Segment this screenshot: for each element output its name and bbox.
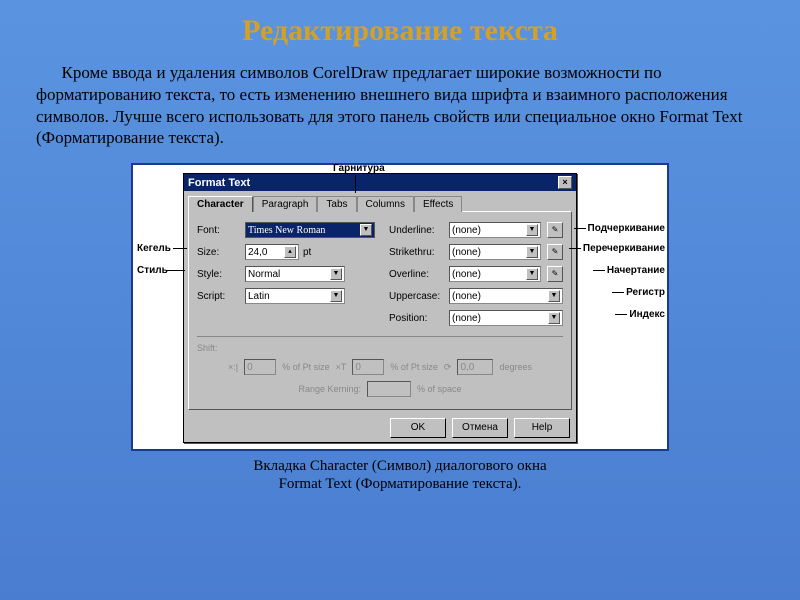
strikethru-label: Strikethru: [389,247,445,258]
size-field[interactable]: 24,0 ▴ [245,244,299,260]
dialog-titlebar: Format Text × [184,174,576,191]
dropdown-arrow-icon: ▼ [526,224,538,236]
dropdown-arrow-icon: ▼ [526,268,538,280]
size-value: 24,0 [248,247,267,258]
callout-top: Гарнитура [333,163,385,174]
callout-r1: Подчеркивание [588,223,665,234]
disabled-angle-field: 0,0 [460,362,474,373]
strikethru-combo[interactable]: (none) ▼ [449,244,541,260]
strikethru-edit-button[interactable]: ✎ [547,244,563,260]
callout-style: Стиль [137,265,168,276]
dropdown-arrow-icon: ▼ [360,224,372,236]
disabled-degrees: degrees [499,362,532,372]
disabled-section: Shift: ×:| 0 % of Pt size ×T 0 % of Pt s… [197,336,563,397]
dropdown-arrow-icon: ▼ [548,290,560,302]
underline-label: Underline: [389,225,445,236]
button-row: OK Отмена Help [184,414,576,442]
uppercase-label: Uppercase: [389,291,445,302]
strikethru-value: (none) [452,247,481,258]
font-value: Times New Roman [248,225,325,236]
style-value: Normal [248,269,280,280]
underline-combo[interactable]: (none) ▼ [449,222,541,238]
tab-strip: Character Paragraph Tabs Columns Effects [184,191,576,211]
slide-title: Редактирование текста [36,14,764,48]
underline-edit-button[interactable]: ✎ [547,222,563,238]
script-combo[interactable]: Latin ▼ [245,288,345,304]
slide-paragraph: Кроме ввода и удаления символов CorelDra… [36,62,764,149]
script-value: Latin [248,291,270,302]
figure: Гарнитура Кегель Стиль Подчеркивание Пер… [131,163,669,451]
disabled-ptsize1: % of Pt size [282,362,330,372]
disabled-y-field: 0 [355,362,361,373]
overline-edit-button[interactable]: ✎ [547,266,563,282]
callout-r2: Перечеркивание [583,243,665,254]
size-unit: pt [303,247,311,258]
script-label: Script: [197,291,241,302]
style-combo[interactable]: Normal ▼ [245,266,345,282]
help-button[interactable]: Help [514,418,570,438]
tab-columns[interactable]: Columns [357,196,414,212]
position-label: Position: [389,313,445,324]
uppercase-value: (none) [452,291,481,302]
format-text-dialog: Format Text × Character Paragraph Tabs C… [183,173,577,443]
tab-character[interactable]: Character [188,196,253,212]
font-combo[interactable]: Times New Roman ▼ [245,222,375,238]
callout-r4: Регистр [626,287,665,298]
callout-r5: Индекс [629,309,665,320]
tab-paragraph[interactable]: Paragraph [253,196,318,212]
figure-caption: Вкладка Character (Символ) диалогового о… [36,457,764,493]
style-label: Style: [197,269,241,280]
tab-effects[interactable]: Effects [414,196,462,212]
callout-r3: Начертание [607,265,665,276]
disabled-x-field: 0 [247,362,253,373]
range-kerning-label: Range Kerning: [298,384,361,394]
left-column: Font: Times New Roman ▼ Size: 24,0 [197,222,375,332]
spinner-icon: ▴ [284,246,296,258]
of-space-label: % of space [417,384,462,394]
dropdown-arrow-icon: ▼ [330,290,342,302]
font-label: Font: [197,225,241,236]
right-column: Underline: (none) ▼ ✎ Strikethru: [389,222,563,332]
disabled-ptsize2: % of Pt size [390,362,438,372]
close-icon[interactable]: × [558,176,572,189]
callout-size: Кегель [137,243,171,254]
overline-combo[interactable]: (none) ▼ [449,266,541,282]
cancel-button[interactable]: Отмена [452,418,508,438]
tab-tabs[interactable]: Tabs [317,196,356,212]
overline-label: Overline: [389,269,445,280]
dropdown-arrow-icon: ▼ [526,246,538,258]
uppercase-combo[interactable]: (none) ▼ [449,288,563,304]
underline-value: (none) [452,225,481,236]
shift-label: Shift: [197,343,218,353]
ok-button[interactable]: OK [390,418,446,438]
dropdown-arrow-icon: ▼ [330,268,342,280]
position-combo[interactable]: (none) ▼ [449,310,563,326]
size-label: Size: [197,247,241,258]
position-value: (none) [452,313,481,324]
dialog-title: Format Text [188,177,250,189]
overline-value: (none) [452,269,481,280]
dropdown-arrow-icon: ▼ [548,312,560,324]
range-kerning-field [367,381,411,397]
